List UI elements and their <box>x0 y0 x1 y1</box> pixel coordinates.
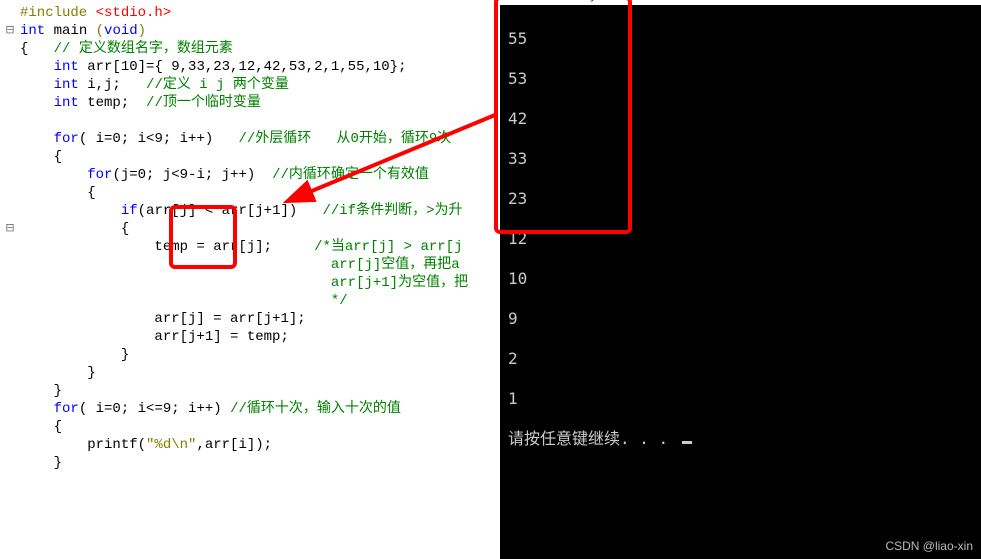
code-line: int main (void) <box>20 22 510 40</box>
code-editor-pane[interactable]: #include <stdio.h> ⊟int main (void) { //… <box>0 0 510 559</box>
console-prompt: 请按任意键继续. . . <box>508 429 973 449</box>
console-line: 1 <box>508 389 973 409</box>
code-line: } <box>20 346 510 364</box>
code-line <box>20 112 510 130</box>
code-line: } <box>20 382 510 400</box>
code-line: int arr[10]={ 9,33,23,12,42,53,2,1,55,10… <box>20 58 510 76</box>
code-line: for( i=0; i<=9; i++) //循环十次，输入十次的值 <box>20 400 510 418</box>
code-line: if(arr[j] < arr[j+1]) //if条件判断，>为升 <box>20 202 510 220</box>
code-line: int temp; //顶一个临时变量 <box>20 94 510 112</box>
console-line: 9 <box>508 309 973 329</box>
console-line: 12 <box>508 229 973 249</box>
code-line: } <box>20 454 510 472</box>
code-line: #include <stdio.h> <box>20 4 510 22</box>
cursor-icon <box>682 441 692 444</box>
code-line: arr[j+1]为空值，把 <box>20 274 510 292</box>
watermark-text: CSDN @liao-xin <box>885 539 973 553</box>
code-line: printf("%d\n",arr[i]); <box>20 436 510 454</box>
console-line: 10 <box>508 269 973 289</box>
console-line: 23 <box>508 189 973 209</box>
console-line: 33 <box>508 149 973 169</box>
code-line: { <box>20 220 510 238</box>
code-line: for(j=0; j<9-i; j++) //内循环确定一个有效值 <box>20 166 510 184</box>
fold-toggle-icon[interactable]: ⊟ <box>0 220 20 238</box>
code-line: arr[j] = arr[j+1]; <box>20 310 510 328</box>
code-line: arr[j]空值，再把a <box>20 256 510 274</box>
fold-toggle-icon[interactable]: ⊟ <box>0 22 20 40</box>
code-line: int i,j; //定义 i j 两个变量 <box>20 76 510 94</box>
code-line: } <box>20 364 510 382</box>
console-title: C:\WINDOWS\system32\cmd.exe <box>505 0 684 2</box>
code-line: temp = arr[j]; /*当arr[j] > arr[j <box>20 238 510 256</box>
code-line: { <box>20 418 510 436</box>
code-line: { <box>20 148 510 166</box>
console-line: 42 <box>508 109 973 129</box>
console-output-pane[interactable]: 55 53 42 33 23 12 10 9 2 1 请按任意键继续. . . <box>500 5 981 559</box>
code-line: for( i=0; i<9; i++) //外层循环 从0开始，循环9次 <box>20 130 510 148</box>
console-line: 55 <box>508 29 973 49</box>
code-line: arr[j+1] = temp; <box>20 328 510 346</box>
code-line: */ <box>20 292 510 310</box>
console-line: 2 <box>508 349 973 369</box>
code-line: { // 定义数组名字，数组元素 <box>20 40 510 58</box>
console-line: 53 <box>508 69 973 89</box>
code-line: { <box>20 184 510 202</box>
